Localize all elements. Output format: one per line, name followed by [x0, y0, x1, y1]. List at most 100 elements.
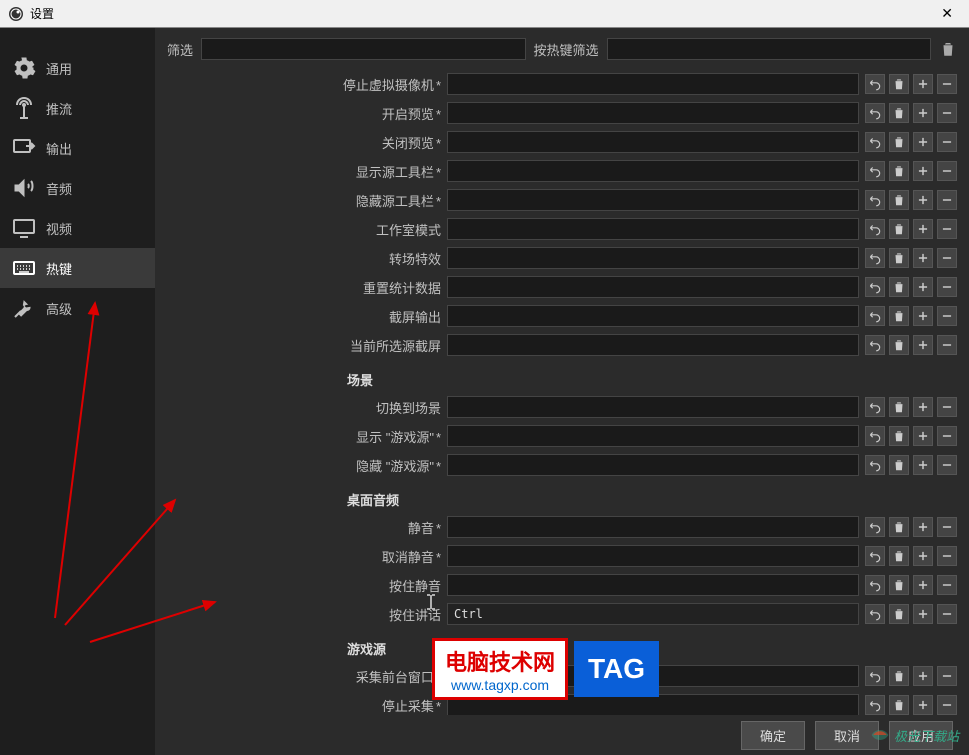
clear-button[interactable]: [889, 161, 909, 181]
clear-button[interactable]: [889, 103, 909, 123]
hotkey-input[interactable]: [447, 454, 859, 476]
sidebar-item-output[interactable]: 输出: [0, 128, 155, 168]
add-button[interactable]: [913, 426, 933, 446]
revert-button[interactable]: [865, 455, 885, 475]
hotkey-input[interactable]: [447, 160, 859, 182]
remove-button[interactable]: [937, 132, 957, 152]
revert-button[interactable]: [865, 666, 885, 686]
hotkey-input[interactable]: [447, 574, 859, 596]
clear-button[interactable]: [889, 695, 909, 715]
remove-button[interactable]: [937, 248, 957, 268]
remove-button[interactable]: [937, 306, 957, 326]
remove-button[interactable]: [937, 161, 957, 181]
sidebar-item-general[interactable]: 通用: [0, 48, 155, 88]
remove-button[interactable]: [937, 219, 957, 239]
clear-filter-button[interactable]: [939, 40, 957, 58]
revert-button[interactable]: [865, 546, 885, 566]
revert-button[interactable]: [865, 74, 885, 94]
add-button[interactable]: [913, 397, 933, 417]
clear-button[interactable]: [889, 190, 909, 210]
clear-button[interactable]: [889, 546, 909, 566]
revert-button[interactable]: [865, 248, 885, 268]
remove-button[interactable]: [937, 397, 957, 417]
revert-button[interactable]: [865, 695, 885, 715]
hotkey-input[interactable]: [447, 189, 859, 211]
clear-button[interactable]: [889, 219, 909, 239]
remove-button[interactable]: [937, 190, 957, 210]
remove-button[interactable]: [937, 517, 957, 537]
hotkey-input[interactable]: [447, 131, 859, 153]
add-button[interactable]: [913, 306, 933, 326]
remove-button[interactable]: [937, 575, 957, 595]
clear-button[interactable]: [889, 517, 909, 537]
hotkey-filter-input[interactable]: [607, 38, 931, 60]
filter-input[interactable]: [201, 38, 525, 60]
add-button[interactable]: [913, 248, 933, 268]
revert-button[interactable]: [865, 132, 885, 152]
clear-button[interactable]: [889, 248, 909, 268]
add-button[interactable]: [913, 666, 933, 686]
hotkey-input[interactable]: [447, 396, 859, 418]
hotkey-input[interactable]: [447, 694, 859, 715]
clear-button[interactable]: [889, 426, 909, 446]
add-button[interactable]: [913, 695, 933, 715]
hotkey-input[interactable]: [447, 425, 859, 447]
remove-button[interactable]: [937, 695, 957, 715]
remove-button[interactable]: [937, 277, 957, 297]
clear-button[interactable]: [889, 335, 909, 355]
revert-button[interactable]: [865, 190, 885, 210]
clear-button[interactable]: [889, 604, 909, 624]
remove-button[interactable]: [937, 103, 957, 123]
add-button[interactable]: [913, 74, 933, 94]
clear-button[interactable]: [889, 306, 909, 326]
clear-button[interactable]: [889, 575, 909, 595]
close-button[interactable]: ✕: [933, 5, 961, 22]
hotkey-input[interactable]: [447, 218, 859, 240]
clear-button[interactable]: [889, 132, 909, 152]
revert-button[interactable]: [865, 426, 885, 446]
revert-button[interactable]: [865, 397, 885, 417]
cancel-button[interactable]: 取消: [815, 721, 879, 750]
add-button[interactable]: [913, 132, 933, 152]
sidebar-item-stream[interactable]: 推流: [0, 88, 155, 128]
revert-button[interactable]: [865, 103, 885, 123]
sidebar-item-video[interactable]: 视频: [0, 208, 155, 248]
hotkey-input[interactable]: [447, 603, 859, 625]
add-button[interactable]: [913, 546, 933, 566]
ok-button[interactable]: 确定: [741, 721, 805, 750]
hotkey-input[interactable]: [447, 73, 859, 95]
hotkey-input[interactable]: [447, 276, 859, 298]
remove-button[interactable]: [937, 604, 957, 624]
revert-button[interactable]: [865, 277, 885, 297]
revert-button[interactable]: [865, 517, 885, 537]
hotkey-input[interactable]: [447, 247, 859, 269]
hotkey-input[interactable]: [447, 545, 859, 567]
hotkey-input[interactable]: [447, 665, 859, 687]
hotkey-input[interactable]: [447, 102, 859, 124]
remove-button[interactable]: [937, 546, 957, 566]
remove-button[interactable]: [937, 426, 957, 446]
remove-button[interactable]: [937, 455, 957, 475]
add-button[interactable]: [913, 103, 933, 123]
revert-button[interactable]: [865, 335, 885, 355]
clear-button[interactable]: [889, 397, 909, 417]
add-button[interactable]: [913, 335, 933, 355]
add-button[interactable]: [913, 219, 933, 239]
sidebar-item-advanced[interactable]: 高级: [0, 288, 155, 328]
revert-button[interactable]: [865, 161, 885, 181]
add-button[interactable]: [913, 517, 933, 537]
remove-button[interactable]: [937, 335, 957, 355]
add-button[interactable]: [913, 604, 933, 624]
add-button[interactable]: [913, 277, 933, 297]
revert-button[interactable]: [865, 575, 885, 595]
clear-button[interactable]: [889, 74, 909, 94]
clear-button[interactable]: [889, 455, 909, 475]
clear-button[interactable]: [889, 277, 909, 297]
sidebar-item-audio[interactable]: 音频: [0, 168, 155, 208]
add-button[interactable]: [913, 161, 933, 181]
add-button[interactable]: [913, 455, 933, 475]
add-button[interactable]: [913, 190, 933, 210]
hotkey-input[interactable]: [447, 305, 859, 327]
hotkey-input[interactable]: [447, 516, 859, 538]
remove-button[interactable]: [937, 666, 957, 686]
